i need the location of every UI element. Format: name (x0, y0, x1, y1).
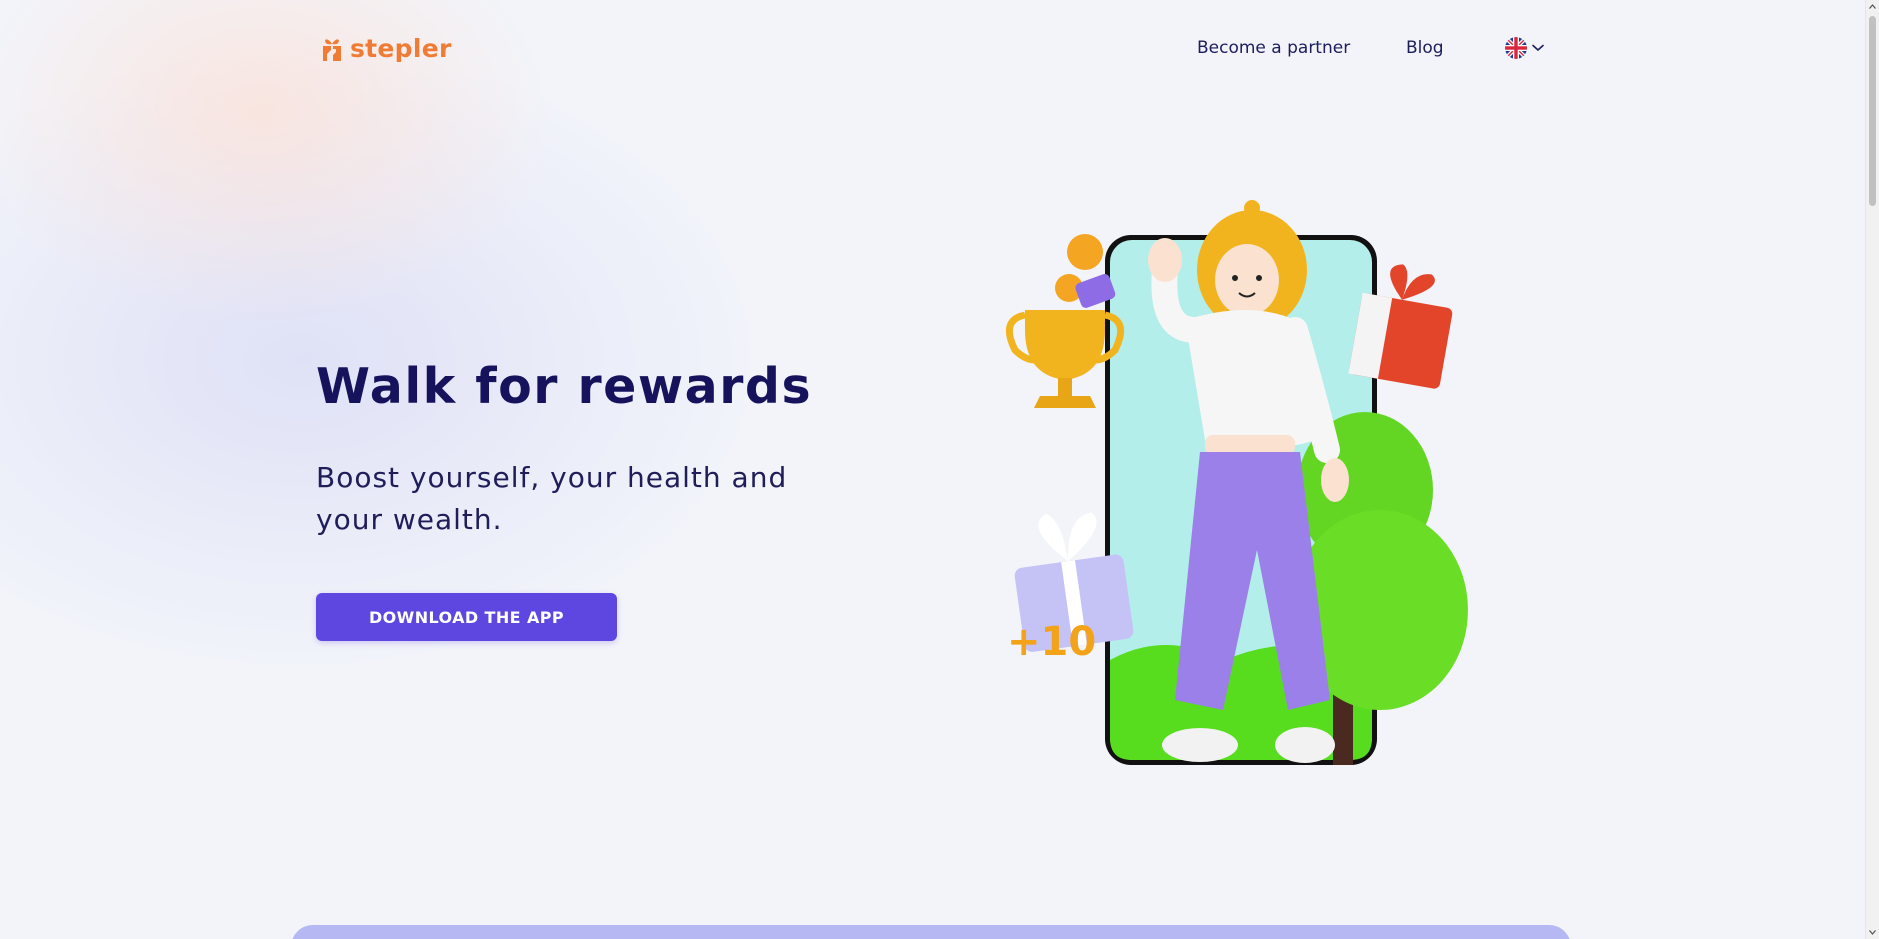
nav-blog[interactable]: Blog (1406, 38, 1444, 58)
site-header: stepler Become a partner Blog (0, 0, 1866, 100)
language-switcher[interactable] (1505, 37, 1544, 59)
nav-become-partner[interactable]: Become a partner (1197, 38, 1350, 58)
uk-flag-icon (1505, 37, 1527, 59)
hero-subtitle: Boost yourself, your health and your wea… (316, 461, 788, 536)
scroll-up-arrow-icon[interactable] (1869, 4, 1876, 9)
scrollbar-thumb[interactable] (1869, 16, 1876, 206)
next-section-card (291, 925, 1571, 939)
logo-text: stepler (350, 34, 452, 63)
points-badge: +10 (1007, 619, 1096, 665)
hero-title: Walk for rewards (316, 358, 813, 415)
logo-gift-icon (323, 38, 341, 61)
page-viewport: stepler Become a partner Blog Walk for r… (0, 0, 1866, 939)
chevron-down-icon (1532, 44, 1544, 51)
download-app-button[interactable]: DOWNLOAD THE APP (316, 593, 617, 641)
logo[interactable]: stepler (320, 34, 452, 63)
scroll-down-arrow-icon[interactable] (1869, 930, 1876, 935)
vertical-scrollbar[interactable] (1865, 0, 1879, 939)
walking-girl-phone-illustration: +10 (1005, 200, 1468, 765)
hero-illustration: +10 (995, 190, 1475, 780)
